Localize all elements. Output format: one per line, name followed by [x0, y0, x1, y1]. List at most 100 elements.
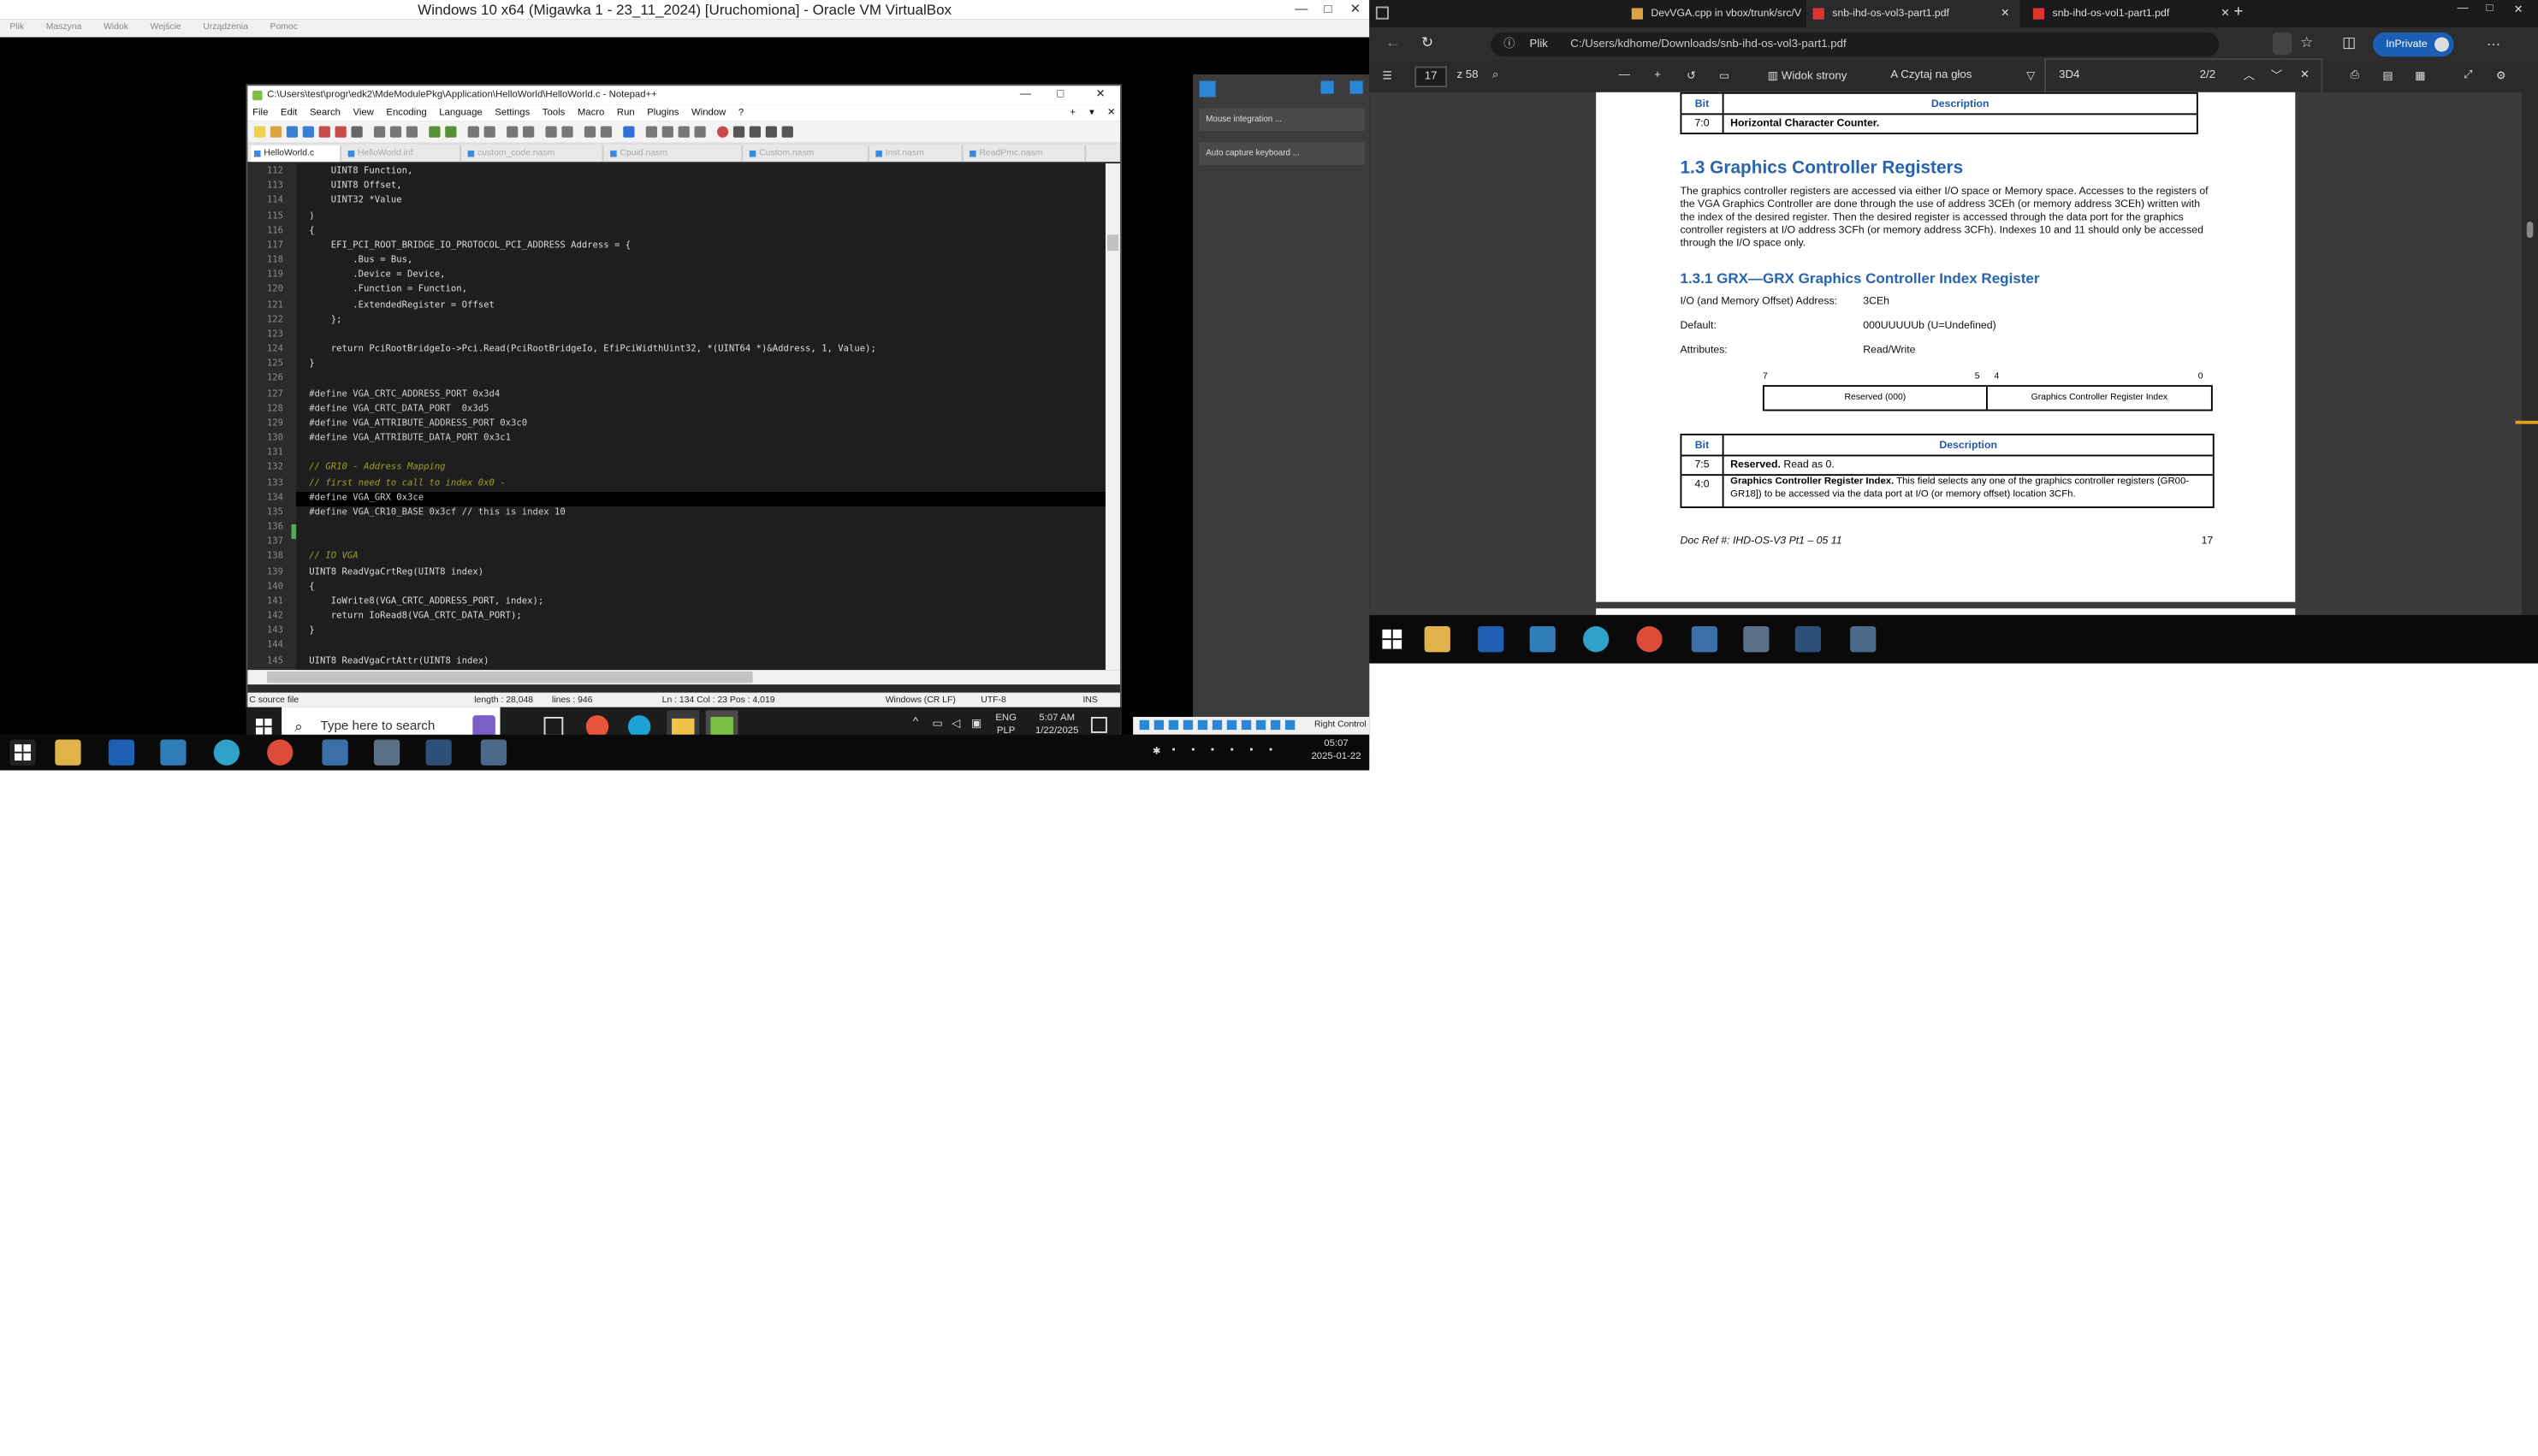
- npp-close-button[interactable]: ✕: [1096, 86, 1106, 105]
- shared-folders-icon[interactable]: [1212, 719, 1223, 731]
- chrome-icon[interactable]: [1636, 626, 1663, 653]
- guest-display[interactable]: C:\Users\test\progr\edk2\MdeModulePkg\Ap…: [0, 37, 1370, 755]
- python-icon[interactable]: [1691, 626, 1717, 653]
- settings-gear-icon[interactable]: ⚙: [2496, 69, 2506, 82]
- bluetooth-icon[interactable]: ✱: [1153, 746, 1161, 757]
- close-tab-icon[interactable]: ✕: [2221, 0, 2229, 27]
- tab-snb-vol3[interactable]: snb-ihd-os-vol3-part1.pdf ✕: [1806, 0, 2020, 28]
- chrome-icon[interactable]: [267, 739, 294, 766]
- monitoring-icon[interactable]: [694, 126, 706, 138]
- search-app-icon[interactable]: [160, 739, 187, 766]
- undo-icon[interactable]: [429, 126, 441, 138]
- tab-cpuid-nasm[interactable]: Cpuid.nasm: [607, 145, 744, 163]
- network-tool-icon[interactable]: [1743, 626, 1770, 653]
- edge-maximize-button[interactable]: □: [2486, 3, 2493, 15]
- inprivate-badge[interactable]: InPrivate: [2373, 32, 2454, 57]
- close-tab-icon[interactable]: ✕: [1107, 105, 1116, 121]
- keyboard-status-icon[interactable]: [1284, 719, 1296, 731]
- mouse-integration-row[interactable]: Mouse integration ...: [1199, 108, 1365, 132]
- optical-icon[interactable]: [1153, 719, 1165, 731]
- host-clock[interactable]: 05:07 2025-01-22: [1303, 738, 1370, 764]
- menu-wejscie[interactable]: Wejście: [150, 22, 181, 32]
- new-tab-icon[interactable]: +: [2233, 3, 2243, 21]
- menu-view[interactable]: View: [353, 109, 373, 118]
- tray-icon-4[interactable]: ▪: [1230, 746, 1234, 755]
- split-screen-icon[interactable]: ◫: [2342, 34, 2356, 52]
- save-all-icon[interactable]: [302, 126, 314, 138]
- tab-helloworld-c[interactable]: HelloWorld.c: [251, 145, 342, 163]
- tray-icon-1[interactable]: ▪: [1172, 746, 1176, 755]
- auto-capture-row[interactable]: Auto capture keyboard ...: [1199, 142, 1365, 165]
- panel-settings-icon[interactable]: [1320, 80, 1334, 94]
- zoom-in-icon[interactable]: +: [1654, 69, 1661, 80]
- new-file-icon[interactable]: [253, 126, 266, 138]
- copy-icon[interactable]: [389, 126, 402, 138]
- close-tab-icon[interactable]: ✕: [2001, 0, 2009, 27]
- tab-custom-nasm[interactable]: Custom.nasm: [746, 145, 869, 163]
- menu-settings[interactable]: Settings: [495, 109, 530, 118]
- minimize-button[interactable]: —: [1295, 0, 1308, 20]
- edge-icon[interactable]: [1582, 626, 1610, 653]
- zoom-in-icon[interactable]: [507, 126, 519, 138]
- run-macro-icon[interactable]: [765, 126, 777, 138]
- editor-vertical-scrollbar[interactable]: [1105, 163, 1120, 671]
- tab-inst-nasm[interactable]: Inst.nasm: [873, 145, 964, 163]
- edge-icon[interactable]: [213, 739, 240, 766]
- npp-minimize-button[interactable]: —: [1020, 86, 1031, 105]
- panel-icon[interactable]: [1199, 80, 1216, 98]
- menu-encoding[interactable]: Encoding: [386, 109, 426, 118]
- display-icon[interactable]: ▣: [971, 717, 982, 730]
- page-number-input[interactable]: 17: [1414, 66, 1448, 88]
- close-file-icon[interactable]: [318, 126, 330, 138]
- volume-icon[interactable]: ◁: [952, 717, 960, 730]
- mouse-status-icon[interactable]: [1270, 719, 1281, 731]
- show-all-chars-icon[interactable]: [584, 126, 596, 138]
- menu-run[interactable]: Run: [617, 109, 635, 118]
- search-app-icon[interactable]: [1529, 626, 1556, 653]
- find-close-icon[interactable]: ✕: [2300, 68, 2310, 80]
- print-icon[interactable]: [351, 126, 363, 138]
- indent-guide-icon[interactable]: [600, 126, 613, 138]
- save-macro-icon[interactable]: [781, 126, 793, 138]
- save-icon[interactable]: [286, 126, 299, 138]
- network-tool-icon[interactable]: [373, 739, 400, 766]
- tab-list-icon[interactable]: ▾: [1089, 105, 1094, 121]
- menu-plik[interactable]: Plik: [9, 22, 24, 32]
- audio-icon[interactable]: [1168, 719, 1179, 731]
- menu-pomoc[interactable]: Pomoc: [270, 22, 298, 32]
- record-macro-icon[interactable]: [716, 126, 729, 138]
- read-view-icon[interactable]: [2272, 32, 2292, 56]
- network-icon[interactable]: ▭: [933, 717, 944, 730]
- open-file-icon[interactable]: [270, 126, 282, 138]
- menu-urzadzenia[interactable]: Urządzenia: [203, 22, 248, 32]
- edge-minimize-button[interactable]: —: [2457, 3, 2468, 15]
- recording-icon[interactable]: [1241, 719, 1252, 731]
- menu-macro[interactable]: Macro: [578, 109, 605, 118]
- menu-plugins[interactable]: Plugins: [647, 109, 679, 118]
- tray-chevron-icon[interactable]: ^: [913, 717, 918, 728]
- notifications-icon[interactable]: [1090, 716, 1107, 733]
- tab-actions-icon[interactable]: [1375, 6, 1389, 20]
- url-field[interactable]: ⓘ Plik C:/Users/kdhome/Downloads/snb-ihd…: [1491, 32, 2220, 57]
- cut-icon[interactable]: [373, 126, 386, 138]
- tab-helloworld-inf[interactable]: HelloWorld.inf: [345, 145, 462, 163]
- tool-app-icon[interactable]: [1850, 626, 1877, 653]
- editor-horizontal-scrollbar[interactable]: [247, 670, 1120, 685]
- eclipse-icon[interactable]: [108, 739, 135, 766]
- add-tab-icon[interactable]: +: [1070, 105, 1076, 121]
- zoom-out-icon[interactable]: —: [1619, 69, 1630, 80]
- scroll-thumb[interactable]: [1106, 234, 1119, 252]
- tray-icon-3[interactable]: ▪: [1211, 746, 1214, 755]
- word-wrap-icon[interactable]: [561, 126, 573, 138]
- scroll-thumb[interactable]: [2526, 222, 2534, 239]
- paste-icon[interactable]: [406, 126, 418, 138]
- menu-help[interactable]: ?: [738, 109, 744, 118]
- cpu-icon[interactable]: [1255, 719, 1266, 731]
- find-icon[interactable]: [467, 126, 479, 138]
- network-adapter-icon[interactable]: [1183, 719, 1194, 731]
- expand-icon[interactable]: ⤢: [2464, 69, 2473, 82]
- favorite-icon[interactable]: ☆: [2300, 34, 2313, 52]
- folder-workspace-icon[interactable]: [678, 126, 690, 138]
- file-explorer-icon[interactable]: [55, 739, 81, 766]
- virtualbox-icon[interactable]: [425, 739, 452, 766]
